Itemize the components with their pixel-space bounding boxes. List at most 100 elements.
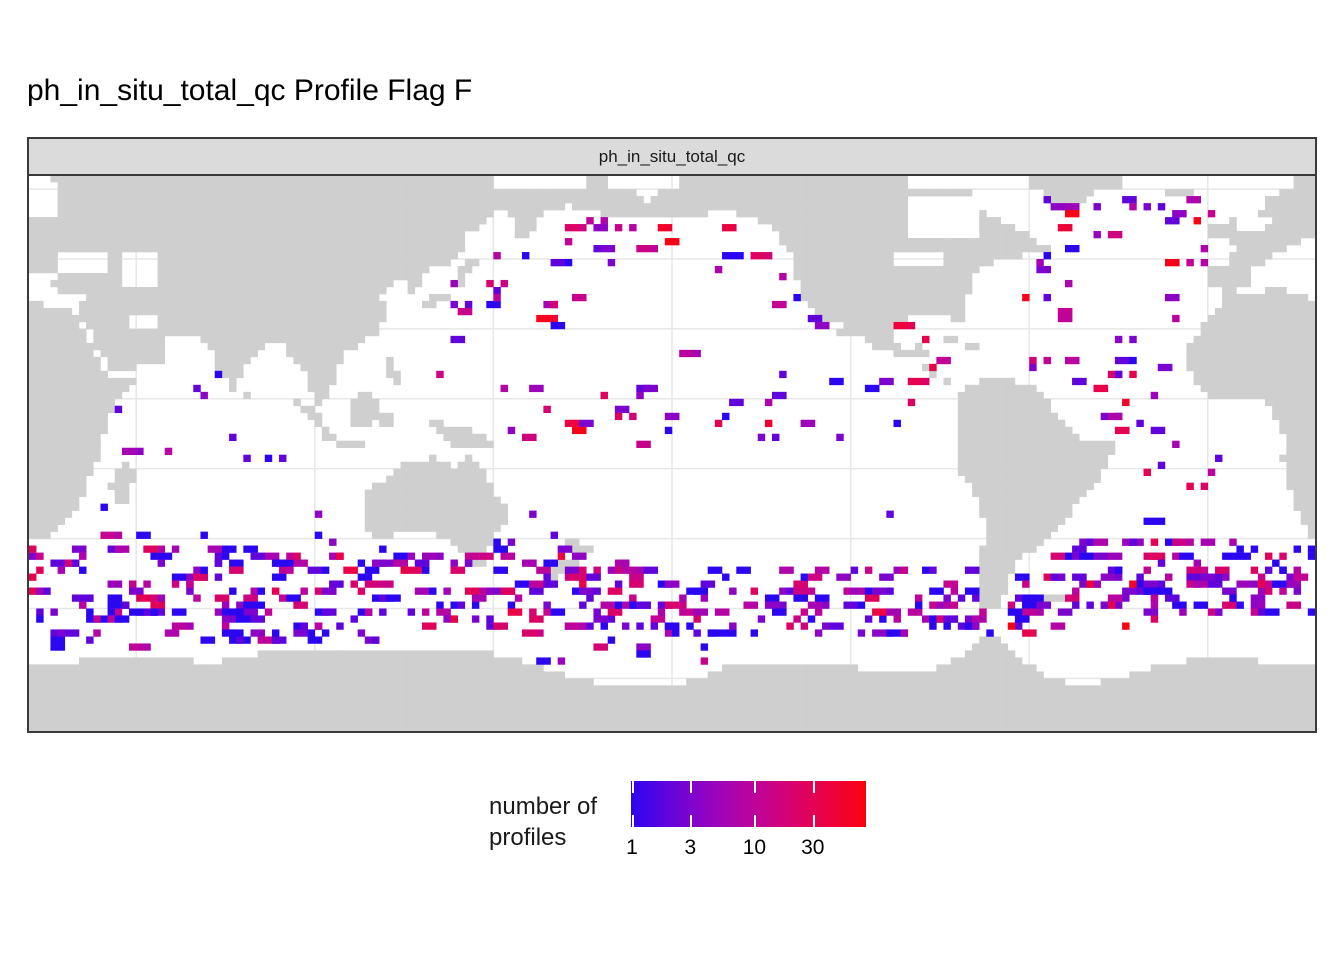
land-cell bbox=[501, 671, 508, 678]
land-cell bbox=[879, 336, 886, 343]
land-cell bbox=[1236, 252, 1243, 259]
land-cell bbox=[379, 692, 386, 699]
land-cell bbox=[258, 245, 265, 252]
land-cell bbox=[272, 671, 279, 678]
land-cell bbox=[358, 217, 365, 224]
land-cell bbox=[322, 189, 329, 196]
land-cell bbox=[936, 671, 943, 678]
land-cell bbox=[379, 525, 386, 532]
land-cell bbox=[450, 434, 457, 441]
land-cell bbox=[222, 357, 229, 364]
land-cell bbox=[786, 678, 793, 685]
land-cell bbox=[129, 287, 136, 294]
land-cell bbox=[443, 294, 450, 301]
land-cell bbox=[1265, 252, 1272, 259]
land-cell bbox=[858, 196, 865, 203]
land-cell bbox=[72, 434, 79, 441]
land-cell bbox=[351, 413, 358, 420]
land-cell bbox=[986, 252, 993, 259]
land-cell bbox=[300, 189, 307, 196]
land-cell bbox=[165, 252, 172, 259]
land-cell bbox=[1172, 692, 1179, 699]
land-cell bbox=[115, 364, 122, 371]
land-cell bbox=[822, 685, 829, 692]
land-cell bbox=[443, 483, 450, 490]
land-cell bbox=[50, 476, 57, 483]
land-cell bbox=[572, 189, 579, 196]
land-cell bbox=[179, 657, 186, 664]
land-cell bbox=[1251, 664, 1258, 671]
land-cell bbox=[1194, 657, 1201, 664]
land-cell bbox=[1251, 301, 1258, 308]
land-cell bbox=[50, 671, 57, 678]
land-cell bbox=[579, 685, 586, 692]
land-cell bbox=[736, 182, 743, 189]
land-cell bbox=[1008, 713, 1015, 720]
land-cell bbox=[158, 322, 165, 329]
land-cell bbox=[329, 182, 336, 189]
land-cell bbox=[50, 315, 57, 322]
land-cell bbox=[236, 364, 243, 371]
land-cell bbox=[100, 420, 107, 427]
land-cell bbox=[543, 671, 550, 678]
land-cell bbox=[36, 678, 43, 685]
land-cell bbox=[779, 671, 786, 678]
land-cell bbox=[1022, 706, 1029, 713]
land-cell bbox=[208, 329, 215, 336]
land-cell bbox=[486, 196, 493, 203]
land-cell bbox=[129, 685, 136, 692]
land-cell bbox=[958, 189, 965, 196]
land-cell bbox=[79, 176, 86, 182]
land-cell bbox=[43, 259, 50, 266]
land-cell bbox=[329, 224, 336, 231]
land-cell bbox=[315, 210, 322, 217]
land-cell bbox=[865, 329, 872, 336]
land-cell bbox=[1115, 176, 1122, 182]
land-cell bbox=[758, 196, 765, 203]
land-cell bbox=[36, 685, 43, 692]
land-cell bbox=[701, 210, 708, 217]
land-cell bbox=[765, 217, 772, 224]
land-cell bbox=[708, 706, 715, 713]
land-cell bbox=[72, 371, 79, 378]
land-cell bbox=[1151, 706, 1158, 713]
land-cell bbox=[815, 182, 822, 189]
land-cell bbox=[865, 210, 872, 217]
land-cell bbox=[994, 518, 1001, 525]
land-cell bbox=[865, 182, 872, 189]
land-cell bbox=[108, 203, 115, 210]
land-cell bbox=[801, 176, 808, 182]
land-cell bbox=[615, 706, 622, 713]
land-cell bbox=[793, 252, 800, 259]
land-cell bbox=[472, 560, 479, 567]
land-cell bbox=[472, 504, 479, 511]
land-cell bbox=[300, 406, 307, 413]
land-cell bbox=[765, 203, 772, 210]
land-cell bbox=[815, 294, 822, 301]
land-cell bbox=[215, 210, 222, 217]
land-cell bbox=[65, 196, 72, 203]
land-cell bbox=[472, 713, 479, 720]
land-cell bbox=[701, 176, 708, 182]
land-cell bbox=[658, 189, 665, 196]
land-cell bbox=[136, 699, 143, 706]
land-cell bbox=[308, 217, 315, 224]
land-cell bbox=[593, 706, 600, 713]
land-cell bbox=[1136, 692, 1143, 699]
land-cell bbox=[808, 685, 815, 692]
land-cell bbox=[1065, 196, 1072, 203]
land-cell bbox=[50, 692, 57, 699]
land-cell bbox=[258, 196, 265, 203]
land-cell bbox=[958, 266, 965, 273]
land-cell bbox=[272, 245, 279, 252]
land-cell bbox=[894, 315, 901, 322]
land-cell bbox=[393, 483, 400, 490]
land-cell bbox=[994, 699, 1001, 706]
land-cell bbox=[529, 189, 536, 196]
plot-figure: ph_in_situ_total_qc Profile Flag F ph_in… bbox=[0, 0, 1344, 960]
land-cell bbox=[165, 280, 172, 287]
land-cell bbox=[829, 210, 836, 217]
land-cell bbox=[172, 294, 179, 301]
land-cell bbox=[979, 594, 986, 601]
land-cell bbox=[729, 671, 736, 678]
